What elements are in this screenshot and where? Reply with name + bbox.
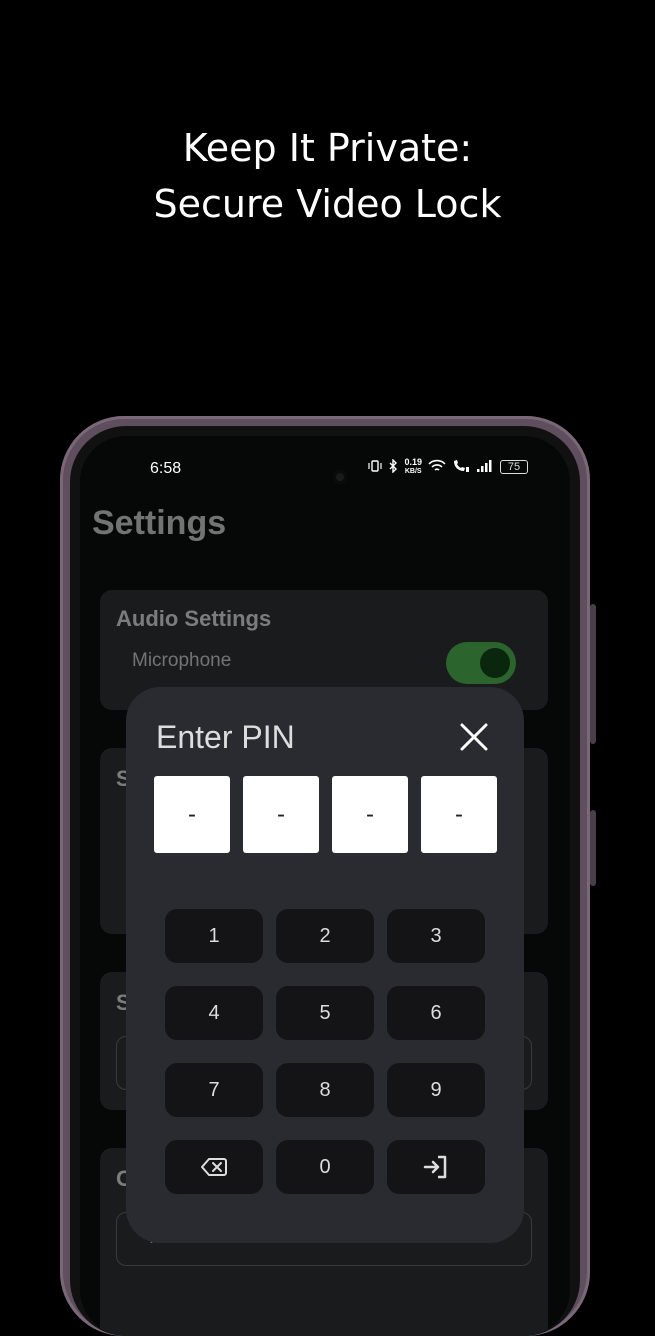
pin-input[interactable]: - - - - [154,776,497,853]
pin-slot[interactable]: - [154,776,230,853]
page-title: Settings [92,504,227,542]
close-icon[interactable] [458,721,490,753]
key-6[interactable]: 6 [387,986,485,1040]
power-button [590,604,596,744]
backspace-button[interactable] [165,1140,263,1194]
pin-dialog-title: Enter PIN [156,719,295,755]
microphone-toggle[interactable] [446,642,516,684]
wifi-icon [428,459,446,476]
pin-dialog: Enter PIN - - - - 1 2 3 4 5 6 7 8 9 0 [126,687,524,1243]
key-2[interactable]: 2 [276,909,374,963]
pin-slot[interactable]: - [332,776,408,853]
status-icons: 0.19 KB/S 75 [368,458,528,476]
audio-settings-title: Audio Settings [116,606,272,631]
network-speed-unit: KB/S [404,468,422,475]
submit-button[interactable] [387,1140,485,1194]
key-0[interactable]: 0 [276,1140,374,1194]
battery-icon: 75 [500,460,528,474]
bluetooth-icon [388,457,398,476]
microphone-label: Microphone [132,650,232,671]
network-speed-value: 0.19 [404,457,422,467]
key-5[interactable]: 5 [276,986,374,1040]
signal-icon [476,459,494,476]
headline: Keep It Private: Secure Video Lock [0,120,655,232]
key-4[interactable]: 4 [165,986,263,1040]
status-time: 6:58 [150,460,182,477]
wifi-calling-icon [452,459,470,476]
pin-slot[interactable]: - [243,776,319,853]
key-3[interactable]: 3 [387,909,485,963]
key-1[interactable]: 1 [165,909,263,963]
pin-slot[interactable]: - [421,776,497,853]
network-speed: 0.19 KB/S [404,458,422,476]
vibrate-icon [368,459,383,476]
key-7[interactable]: 7 [165,1063,263,1117]
login-arrow-icon [423,1155,447,1179]
volume-button [590,810,596,886]
front-camera [333,470,347,484]
headline-line-2: Secure Video Lock [153,182,502,226]
key-9[interactable]: 9 [387,1063,485,1117]
key-8[interactable]: 8 [276,1063,374,1117]
headline-line-1: Keep It Private: [182,126,473,170]
backspace-icon [201,1158,227,1176]
keypad: 1 2 3 4 5 6 7 8 9 0 [165,909,485,1194]
